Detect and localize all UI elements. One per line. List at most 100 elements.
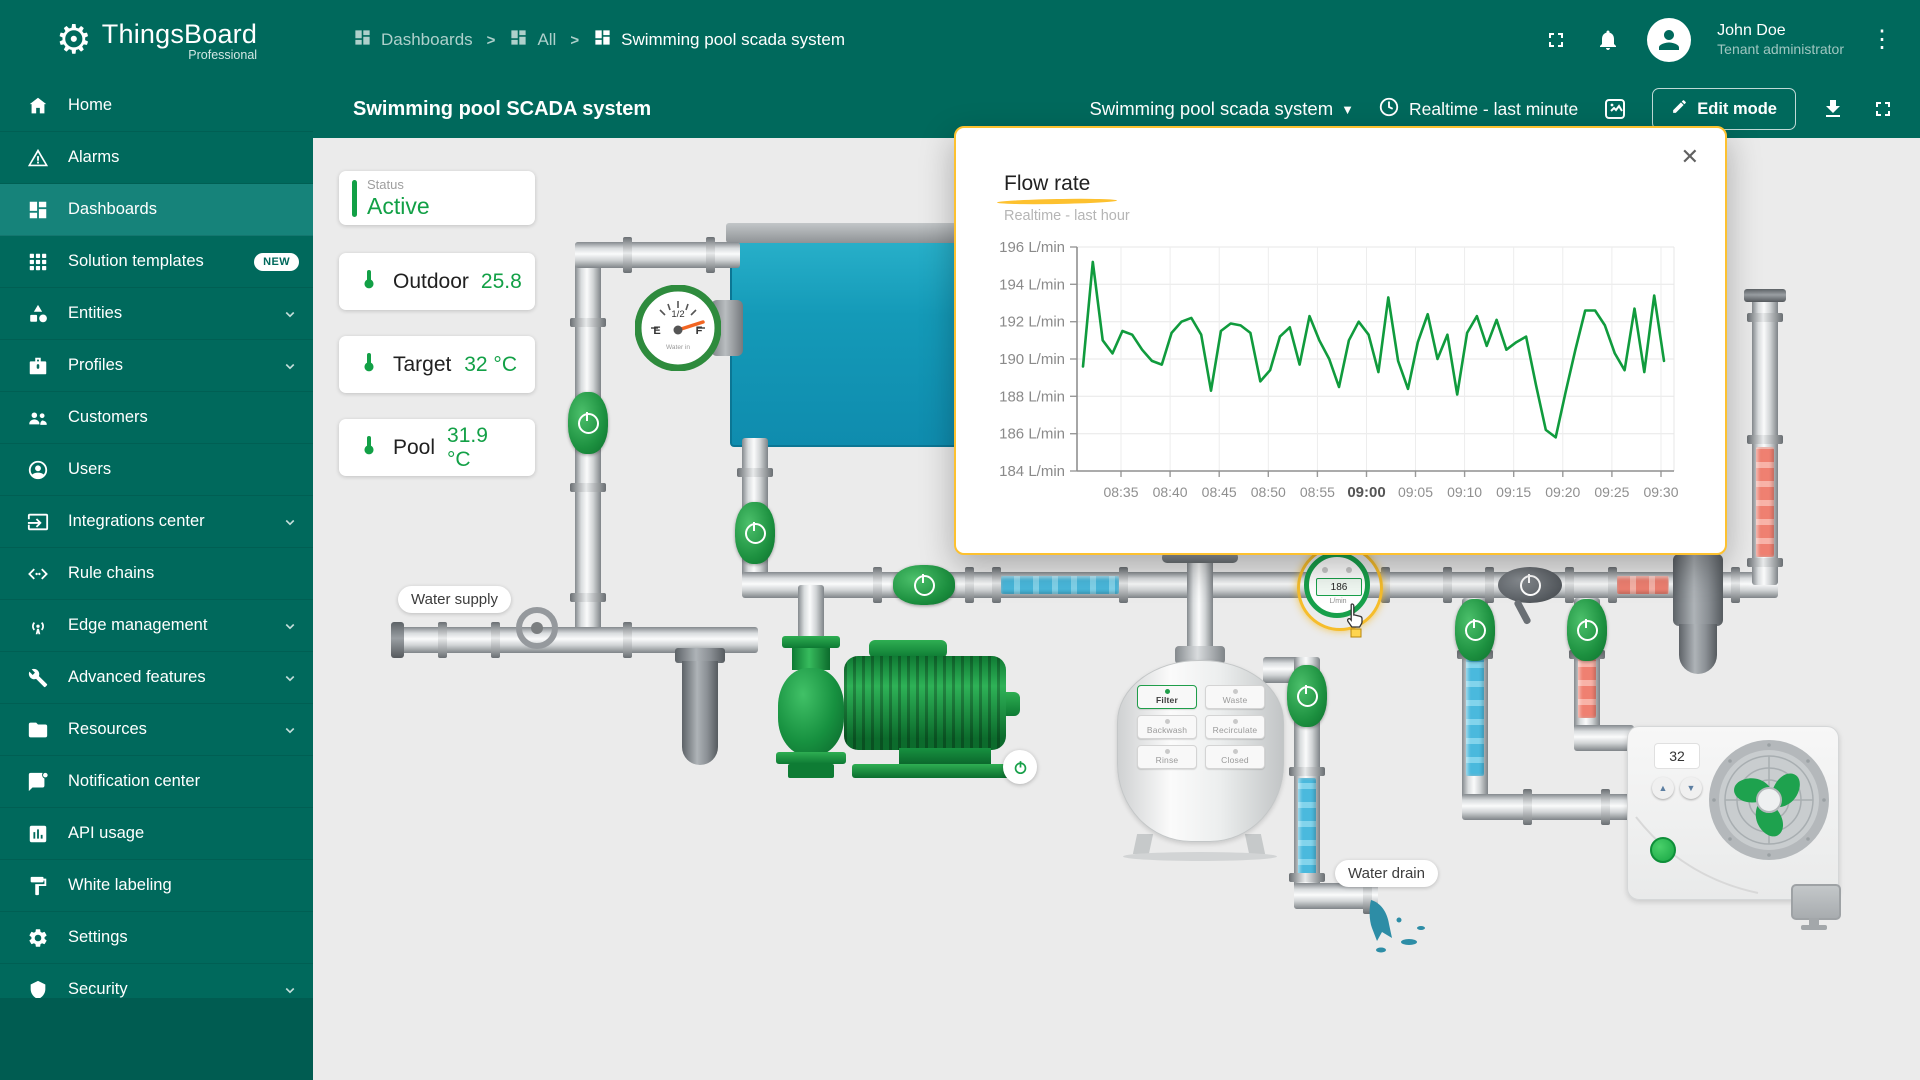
sidebar-menu: Home Alarms DashboardsSolution templatesNE… xyxy=(0,80,313,1016)
toolbar-fullscreen-icon[interactable] xyxy=(1870,96,1896,122)
close-icon[interactable]: ✕ xyxy=(1681,144,1699,170)
fullscreen-icon[interactable] xyxy=(1543,27,1569,53)
dashboard-state-select[interactable]: Swimming pool scada system ▼ xyxy=(1089,98,1354,120)
valve-button[interactable] xyxy=(568,392,608,454)
sidebar-item-resources[interactable]: Resources xyxy=(0,704,313,756)
status-value: Active xyxy=(367,193,430,220)
sidebar-item-notification-center[interactable]: Notification center xyxy=(0,756,313,808)
chevron-down-icon xyxy=(281,357,299,375)
sidebar-item-customers[interactable]: Customers xyxy=(0,392,313,444)
page-title: Swimming pool SCADA system xyxy=(353,98,651,121)
valve-button[interactable] xyxy=(893,565,955,605)
filter-mode-label: Backwash xyxy=(1147,725,1187,735)
notifications-bell-icon[interactable] xyxy=(1595,27,1621,53)
flow-sensor[interactable]: 186 L/min xyxy=(1297,545,1383,631)
sidebar-item-label: API usage xyxy=(68,824,144,843)
heat-pump-power-light[interactable] xyxy=(1650,837,1676,863)
power-icon xyxy=(1465,620,1486,641)
flange xyxy=(1289,767,1325,776)
user-avatar[interactable] xyxy=(1647,18,1691,62)
valve-button[interactable] xyxy=(735,502,775,564)
flange xyxy=(438,622,447,658)
thingsboard-logo[interactable]: ⚙ ThingsBoard Professional xyxy=(0,0,313,80)
flange xyxy=(1601,789,1610,825)
image-export-icon[interactable] xyxy=(1602,96,1628,122)
sidebar-item-solution-templates[interactable]: Solution templatesNEW xyxy=(0,236,313,288)
sidebar-item-dashboards[interactable]: Dashboards xyxy=(0,184,313,236)
sidebar-item-api-usage[interactable]: API usage xyxy=(0,808,313,860)
setpoint-down-button[interactable]: ▼ xyxy=(1680,777,1702,799)
filter-mode-recirculate-button[interactable]: Recirculate xyxy=(1205,715,1265,739)
monitor-base xyxy=(1801,925,1827,930)
sidebar-item-edge-management[interactable]: Edge management xyxy=(0,600,313,652)
power-icon xyxy=(745,523,766,544)
filter-mode-rinse-button[interactable]: Rinse xyxy=(1137,745,1197,769)
chevron-down-icon xyxy=(281,617,299,635)
sidebar-item-label: Solution templates xyxy=(68,252,204,271)
sidebar-item-alarms[interactable]: Alarms xyxy=(0,132,313,184)
sidebar-item-home[interactable]: Home xyxy=(0,80,313,132)
indicator-dot xyxy=(1165,749,1170,754)
breadcrumb-separator: > xyxy=(570,32,579,49)
flange xyxy=(1523,789,1532,825)
time-window-button[interactable]: Realtime - last minute xyxy=(1378,96,1578,123)
flange xyxy=(737,468,773,477)
pipe xyxy=(575,242,740,268)
sidebar-item-label: Profiles xyxy=(68,356,123,375)
setpoint-up-button[interactable]: ▲ xyxy=(1652,777,1674,799)
monitor-stand xyxy=(1809,918,1819,925)
sidebar-item-label: Advanced features xyxy=(68,668,206,687)
sidebar-item-entities[interactable]: Entities xyxy=(0,288,313,340)
shutoff-valve-button[interactable] xyxy=(1498,567,1562,603)
svg-text:194 L/min: 194 L/min xyxy=(999,276,1065,293)
filter-mode-closed-button[interactable]: Closed xyxy=(1205,745,1265,769)
breadcrumb-all[interactable]: All xyxy=(509,28,556,52)
filter-mode-backwash-button[interactable]: Backwash xyxy=(1137,715,1197,739)
thermometer-icon xyxy=(357,350,381,379)
pencil-icon xyxy=(1671,98,1688,120)
chevron-down-icon xyxy=(281,669,299,687)
download-icon[interactable] xyxy=(1820,96,1846,122)
strainer xyxy=(682,661,718,765)
thermometer-icon xyxy=(357,267,381,296)
breadcrumb-dashboards[interactable]: Dashboards xyxy=(353,28,473,52)
sidebar-item-label: White labeling xyxy=(68,876,172,895)
sidebar-item-integrations-center[interactable]: Integrations center xyxy=(0,496,313,548)
sidebar-item-profiles[interactable]: Profiles xyxy=(0,340,313,392)
sensor-dot xyxy=(1346,567,1352,573)
drain-valve-button[interactable] xyxy=(1287,665,1327,727)
pump-shaft-end xyxy=(1006,692,1020,716)
sidebar-item-label: Security xyxy=(68,980,128,999)
sidebar: ⚙ ThingsBoard Professional Home Alarms Das… xyxy=(0,0,313,1080)
sidebar-item-users[interactable]: Users xyxy=(0,444,313,496)
sidebar-item-label: Entities xyxy=(68,304,122,323)
svg-text:09:30: 09:30 xyxy=(1643,484,1678,500)
flange xyxy=(1289,873,1325,882)
water-level-gauge: 1/2 E F Water in xyxy=(635,285,721,371)
valve-button[interactable] xyxy=(1567,599,1607,661)
user-info[interactable]: John Doe Tenant administrator xyxy=(1717,21,1844,59)
sidebar-item-label: Alarms xyxy=(68,148,119,167)
flange xyxy=(1119,567,1128,603)
chevron-down-icon xyxy=(281,305,299,323)
sidebar-item-rule-chains[interactable]: Rule chains xyxy=(0,548,313,600)
brand-name: ThingsBoard xyxy=(102,19,257,50)
pump-power-button[interactable] xyxy=(1003,750,1037,784)
filter-mode-filter-button[interactable]: Filter xyxy=(1137,685,1197,709)
svg-text:184 L/min: 184 L/min xyxy=(999,463,1065,480)
sidebar-item-advanced-features[interactable]: Advanced features xyxy=(0,652,313,704)
breadcrumb-current[interactable]: Swimming pool scada system xyxy=(593,28,845,52)
chevron-down-icon xyxy=(281,981,299,999)
flange xyxy=(965,567,974,603)
valve-button[interactable] xyxy=(1455,599,1495,661)
sidebar-item-settings[interactable]: Settings xyxy=(0,912,313,964)
indicator-dot xyxy=(1233,749,1238,754)
edit-mode-button[interactable]: Edit mode xyxy=(1652,88,1796,130)
more-menu-icon[interactable]: ⋮ xyxy=(1870,35,1894,45)
heat-pump-setpoint: 32 xyxy=(1654,743,1700,769)
pump-flange xyxy=(776,752,846,764)
flange xyxy=(570,593,606,602)
sidebar-item-white-labeling[interactable]: White labeling xyxy=(0,860,313,912)
sidebar-item-label: Settings xyxy=(68,928,128,947)
filter-mode-waste-button[interactable]: Waste xyxy=(1205,685,1265,709)
